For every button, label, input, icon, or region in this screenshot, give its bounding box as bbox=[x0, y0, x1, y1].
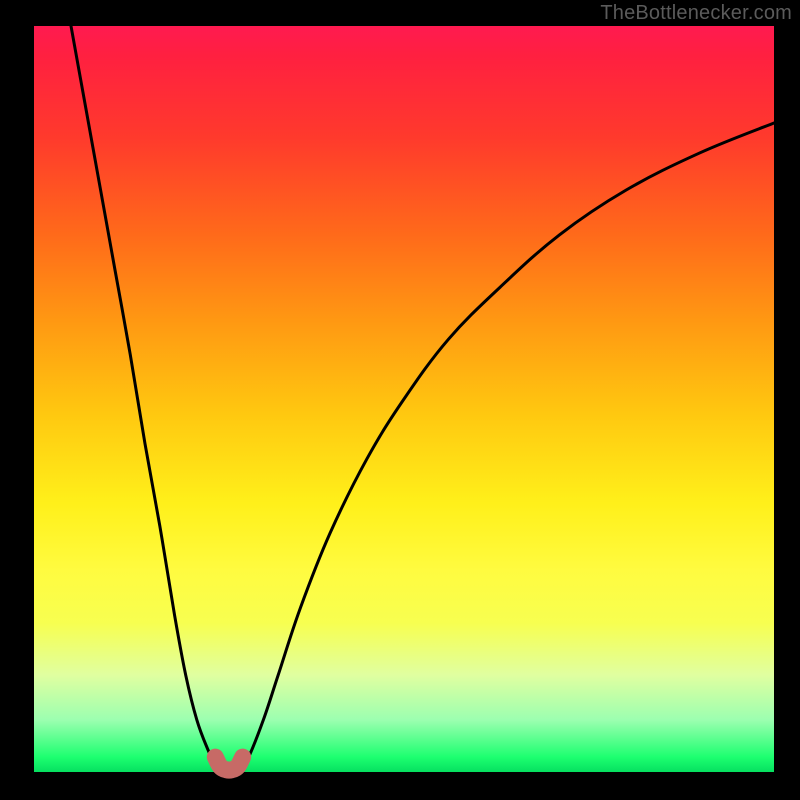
bottom-blob bbox=[215, 757, 242, 770]
curve-left bbox=[71, 26, 220, 770]
curve-layer bbox=[0, 0, 800, 800]
chart-frame: TheBottlenecker.com bbox=[0, 0, 800, 800]
curve-right bbox=[240, 123, 774, 770]
